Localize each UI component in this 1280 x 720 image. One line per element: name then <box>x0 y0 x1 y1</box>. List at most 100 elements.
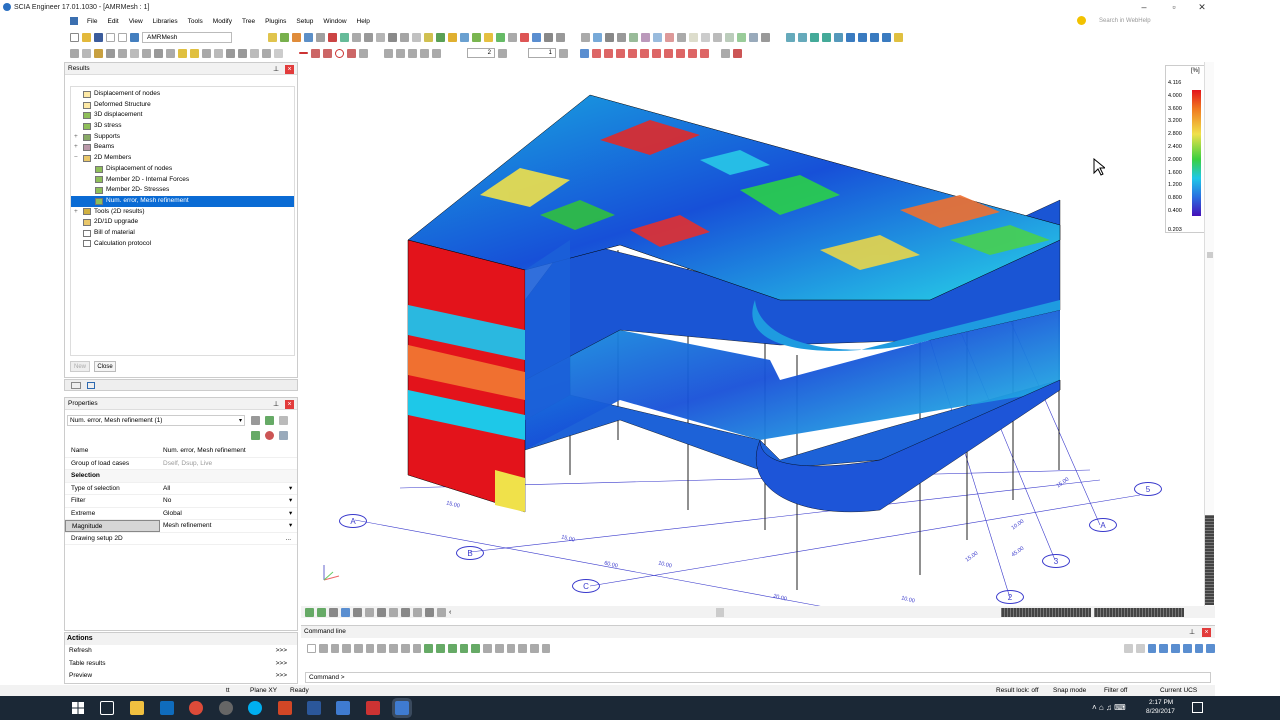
grid-spinner[interactable]: 1 <box>528 48 556 58</box>
view-icon[interactable] <box>617 32 626 42</box>
tool-icon[interactable] <box>214 48 223 58</box>
tree-item[interactable]: Displacement of nodes <box>71 164 294 175</box>
pin-icon[interactable]: ⊥ <box>273 399 279 411</box>
windows-start-icon[interactable] <box>72 702 84 714</box>
tree-item[interactable]: Num. error, Mesh refinement <box>71 195 294 207</box>
menu-view[interactable]: View <box>124 18 148 25</box>
view-tool-icon[interactable] <box>413 607 422 617</box>
cmd-tool-icon[interactable] <box>506 643 516 653</box>
tool-icon[interactable] <box>436 32 445 42</box>
view-icon[interactable] <box>737 32 746 42</box>
chevron-down-icon[interactable]: ▾ <box>289 508 297 520</box>
zoom-icon[interactable] <box>858 32 867 42</box>
view-icon[interactable] <box>653 32 662 42</box>
tool-icon[interactable] <box>328 32 337 42</box>
filter-icon[interactable] <box>265 416 274 425</box>
action-preview[interactable]: Preview >>> <box>65 670 297 683</box>
snap-icon[interactable] <box>664 48 673 58</box>
view-tool-icon[interactable] <box>305 607 314 617</box>
model-3d-view[interactable] <box>301 62 1215 617</box>
snap-icon[interactable] <box>640 48 649 58</box>
menu-help[interactable]: Help <box>352 18 375 25</box>
view-icon[interactable] <box>725 32 734 42</box>
tool-icon[interactable] <box>364 32 373 42</box>
tool-icon[interactable] <box>520 32 529 42</box>
pin-icon[interactable]: ⊥ <box>1189 627 1195 639</box>
tool-icon[interactable] <box>316 32 325 42</box>
clock-time[interactable]: 2:17 PM <box>1149 699 1173 706</box>
drawing-setup-button[interactable]: ... <box>286 533 291 545</box>
tool-icon[interactable] <box>238 48 247 58</box>
action-refresh[interactable]: Refresh >>> <box>65 645 297 658</box>
tree-item[interactable]: Displacement of nodes <box>71 89 294 100</box>
action-arrow[interactable]: >>> <box>276 670 287 683</box>
cmd-tool-icon[interactable] <box>494 643 504 653</box>
snap-icon[interactable] <box>628 48 637 58</box>
cmd-tool-icon[interactable] <box>318 643 328 653</box>
app-icon[interactable] <box>366 701 380 715</box>
line-icon[interactable] <box>299 52 308 54</box>
view-icon[interactable] <box>749 32 758 42</box>
tree-item[interactable]: 3D stress <box>71 121 294 132</box>
cmd-tool-icon[interactable] <box>541 643 551 653</box>
tool-icon[interactable] <box>559 48 568 58</box>
prop-value[interactable]: Num. error, Mesh refinement <box>160 445 297 457</box>
tool-icon[interactable] <box>721 48 730 58</box>
tool-icon[interactable] <box>106 48 115 58</box>
tool-icon[interactable] <box>384 48 393 58</box>
action-table-results[interactable]: Table results >>> <box>65 658 297 671</box>
tool-icon[interactable] <box>359 48 368 58</box>
close-panel-button[interactable]: Close <box>94 361 116 372</box>
app-icon[interactable] <box>219 701 233 715</box>
view-tool-icon[interactable] <box>365 607 374 617</box>
tool-icon[interactable] <box>166 48 175 58</box>
snap-tool-icon[interactable] <box>1182 643 1192 653</box>
tree-item[interactable]: + Supports <box>71 132 294 143</box>
tool-icon[interactable] <box>94 48 103 58</box>
prop-value[interactable]: Mesh refinement <box>160 520 289 532</box>
smiley-icon[interactable] <box>1077 16 1086 25</box>
cmd-tool-icon[interactable] <box>400 643 410 653</box>
new-button[interactable]: New <box>70 361 90 372</box>
tool-icon[interactable] <box>292 32 301 42</box>
scia-icon[interactable] <box>336 701 350 715</box>
cmd-tool-icon[interactable] <box>365 643 375 653</box>
tool-icon[interactable] <box>352 32 361 42</box>
cmd-tool-icon[interactable] <box>354 643 363 653</box>
tool-icon[interactable] <box>190 48 199 58</box>
chrome-icon[interactable] <box>189 701 203 715</box>
view-tool-icon[interactable] <box>389 607 398 617</box>
cmd-tool-icon[interactable] <box>530 643 539 653</box>
status-ucs[interactable]: Current UCS <box>1160 685 1197 696</box>
tree-item[interactable]: Member 2D - Internal Forces <box>71 175 294 186</box>
horizontal-scroll-left-icon[interactable]: ‹ <box>449 609 451 616</box>
view-icon[interactable] <box>581 32 590 42</box>
view-icon[interactable] <box>689 32 698 42</box>
chevron-down-icon[interactable]: ▾ <box>289 483 297 495</box>
collapse-icon[interactable]: − <box>74 153 80 164</box>
view-tool-icon[interactable] <box>437 607 446 617</box>
prop-value[interactable]: Global <box>160 508 289 520</box>
tool-icon[interactable] <box>532 32 541 42</box>
expand-icon[interactable]: + <box>74 132 80 143</box>
cmd-tool-icon[interactable] <box>342 643 351 653</box>
snap-tool-icon[interactable] <box>1206 643 1216 653</box>
tool-icon[interactable] <box>733 48 742 58</box>
zoom-icon[interactable] <box>846 32 855 42</box>
tree-item[interactable]: 2D/1D upgrade <box>71 217 294 228</box>
cursor-tool-icon[interactable] <box>307 643 316 653</box>
cmd-tool-icon[interactable] <box>447 643 457 653</box>
properties-selector[interactable]: Num. error, Mesh refinement (1) ▾ <box>67 415 245 426</box>
tool-icon[interactable] <box>484 32 493 42</box>
snap-icon[interactable] <box>700 48 709 58</box>
tree-item[interactable]: Bill of material <box>71 228 294 239</box>
view-icon[interactable] <box>641 32 650 42</box>
snap-tool-icon[interactable] <box>1171 643 1180 653</box>
tab-icon[interactable] <box>87 382 95 389</box>
tool-icon[interactable] <box>376 32 385 42</box>
menu-plugins[interactable]: Plugins <box>260 18 291 25</box>
snap-icon[interactable] <box>688 48 697 58</box>
cmd-tool-icon[interactable] <box>330 643 340 653</box>
pin-icon[interactable]: ⊥ <box>273 64 279 76</box>
word-icon[interactable] <box>307 701 321 715</box>
